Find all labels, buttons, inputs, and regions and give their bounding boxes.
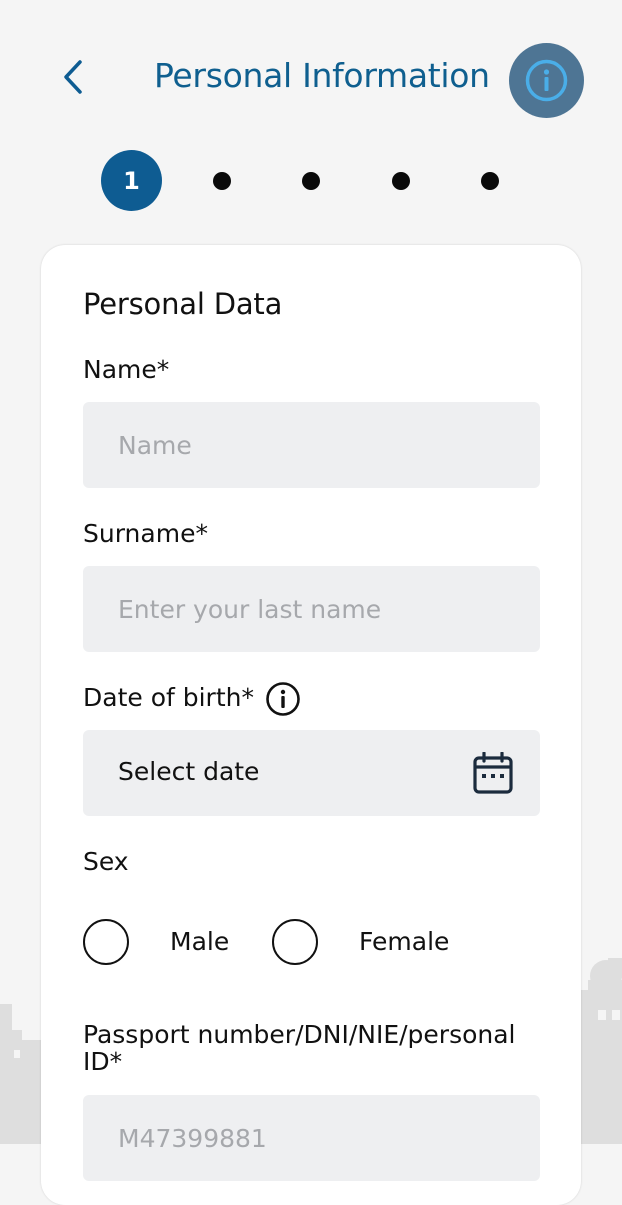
date-picker-value: Select date bbox=[118, 757, 260, 786]
sex-male-label[interactable]: Male bbox=[170, 927, 229, 956]
step-2-dot bbox=[213, 172, 231, 190]
info-icon bbox=[266, 682, 300, 716]
surname-input[interactable] bbox=[83, 566, 540, 652]
step-4-dot bbox=[392, 172, 410, 190]
date-of-birth-info-button[interactable] bbox=[265, 681, 301, 717]
info-icon bbox=[509, 43, 584, 118]
info-button[interactable] bbox=[509, 43, 584, 118]
sex-female-label[interactable]: Female bbox=[359, 927, 449, 956]
header: Personal Information bbox=[0, 0, 622, 150]
date-of-birth-picker[interactable]: Select date bbox=[83, 730, 540, 816]
back-button[interactable] bbox=[52, 52, 96, 102]
passport-label: Passport number/DNI/NIE/personal ID* bbox=[83, 1020, 516, 1076]
chevron-left-icon bbox=[64, 60, 82, 94]
page-title: Personal Information bbox=[154, 56, 490, 95]
name-label: Name* bbox=[83, 355, 170, 384]
step-3-dot bbox=[302, 172, 320, 190]
sex-label: Sex bbox=[83, 847, 129, 876]
passport-input[interactable] bbox=[83, 1095, 540, 1181]
section-title: Personal Data bbox=[83, 287, 283, 321]
calendar-icon bbox=[473, 752, 513, 794]
sex-female-radio[interactable] bbox=[272, 919, 318, 965]
sex-male-radio[interactable] bbox=[83, 919, 129, 965]
date-of-birth-label: Date of birth* bbox=[83, 683, 254, 712]
surname-label: Surname* bbox=[83, 519, 208, 548]
step-1-indicator: 1 bbox=[101, 150, 162, 211]
progress-stepper: 1 bbox=[0, 150, 622, 212]
personal-data-card: Personal Data Name* Surname* Date of bir… bbox=[41, 245, 581, 1205]
step-5-dot bbox=[481, 172, 499, 190]
name-input[interactable] bbox=[83, 402, 540, 488]
